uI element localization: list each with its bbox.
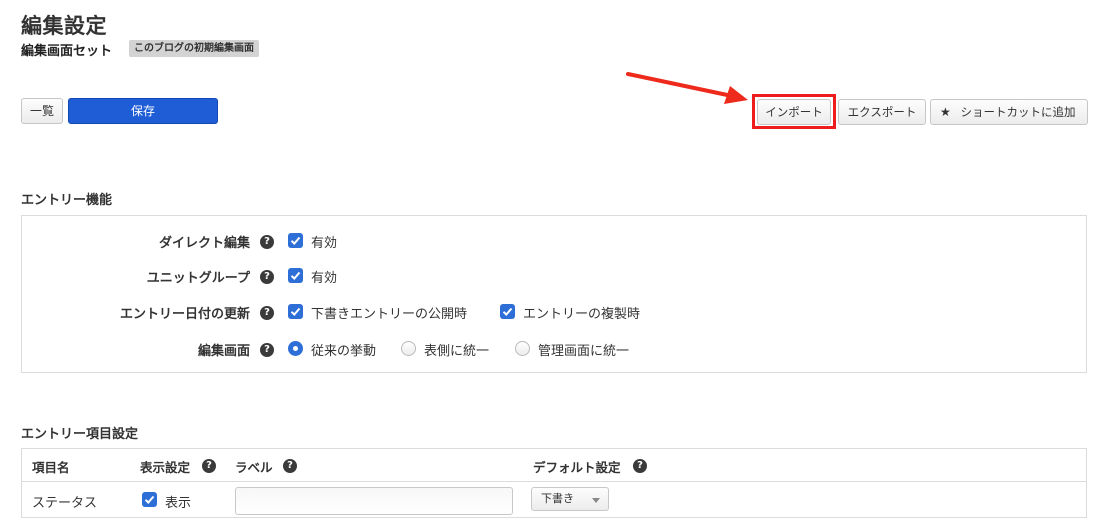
check-icon (144, 495, 155, 504)
help-icon[interactable]: ? (260, 235, 274, 249)
edit-screen-radio-front[interactable] (401, 341, 416, 356)
add-shortcut-label: ショートカットに追加 (960, 105, 1076, 119)
edit-screen-option-admin: 管理画面に統一 (538, 344, 630, 359)
edit-screen-option-front: 表側に統一 (424, 344, 490, 359)
status-display-label: 表示 (165, 496, 192, 511)
column-header-label: ラベル (235, 460, 273, 475)
status-display-checkbox[interactable] (142, 492, 157, 507)
star-icon: ★ (940, 105, 951, 119)
publish-draft-option: 下書きエントリーの公開時 (311, 307, 468, 322)
check-icon (290, 236, 301, 245)
edit-screen-label: 編集画面 (197, 344, 250, 359)
edit-screen-radio-admin[interactable] (515, 341, 530, 356)
duplicate-entry-checkbox[interactable] (500, 304, 515, 319)
table-divider (22, 481, 1086, 482)
help-icon[interactable]: ? (260, 306, 274, 320)
date-update-label: エントリー日付の更新 (119, 307, 250, 322)
item-name-status: ステータス (32, 496, 98, 511)
check-icon (502, 307, 513, 316)
entry-features-heading: エントリー機能 (21, 193, 113, 208)
import-highlight-box (752, 94, 836, 129)
help-icon[interactable]: ? (633, 459, 647, 473)
default-set-badge: このブログの初期編集画面 (129, 40, 259, 57)
column-header-default: デフォルト設定 (533, 460, 621, 475)
status-default-select[interactable]: 下書き (531, 487, 609, 511)
unit-group-checkbox[interactable] (288, 268, 303, 283)
save-button[interactable]: 保存 (68, 98, 218, 124)
publish-draft-checkbox[interactable] (288, 304, 303, 319)
red-arrow-annotation (626, 72, 748, 104)
help-icon[interactable]: ? (260, 343, 274, 357)
column-header-display: 表示設定 (140, 460, 191, 475)
check-icon (290, 307, 301, 316)
status-label-input[interactable] (235, 487, 513, 515)
help-icon[interactable]: ? (202, 459, 216, 473)
edit-set-name: 編集画面セット (21, 44, 113, 59)
direct-edit-label: ダイレクト編集 (158, 236, 250, 251)
check-icon (290, 271, 301, 280)
edit-screen-option-legacy: 従来の挙動 (311, 344, 377, 359)
duplicate-entry-option: エントリーの複製時 (523, 307, 641, 322)
unit-group-option: 有効 (311, 271, 338, 286)
help-icon[interactable]: ? (260, 270, 274, 284)
edit-screen-radio-legacy[interactable] (288, 341, 303, 356)
entry-items-heading: エントリー項目設定 (21, 427, 139, 442)
direct-edit-option: 有効 (311, 236, 338, 251)
export-button[interactable]: エクスポート (838, 99, 926, 125)
chevron-down-icon (592, 498, 600, 503)
page-title: 編集設定 (21, 14, 107, 38)
list-button[interactable]: 一覧 (21, 98, 63, 124)
help-icon[interactable]: ? (283, 459, 297, 473)
add-shortcut-button[interactable]: ★ ショートカットに追加 (930, 99, 1088, 125)
column-header-item-name: 項目名 (32, 460, 70, 475)
direct-edit-checkbox[interactable] (288, 233, 303, 248)
status-default-value: 下書き (541, 492, 574, 505)
unit-group-label: ユニットグループ (146, 271, 250, 286)
